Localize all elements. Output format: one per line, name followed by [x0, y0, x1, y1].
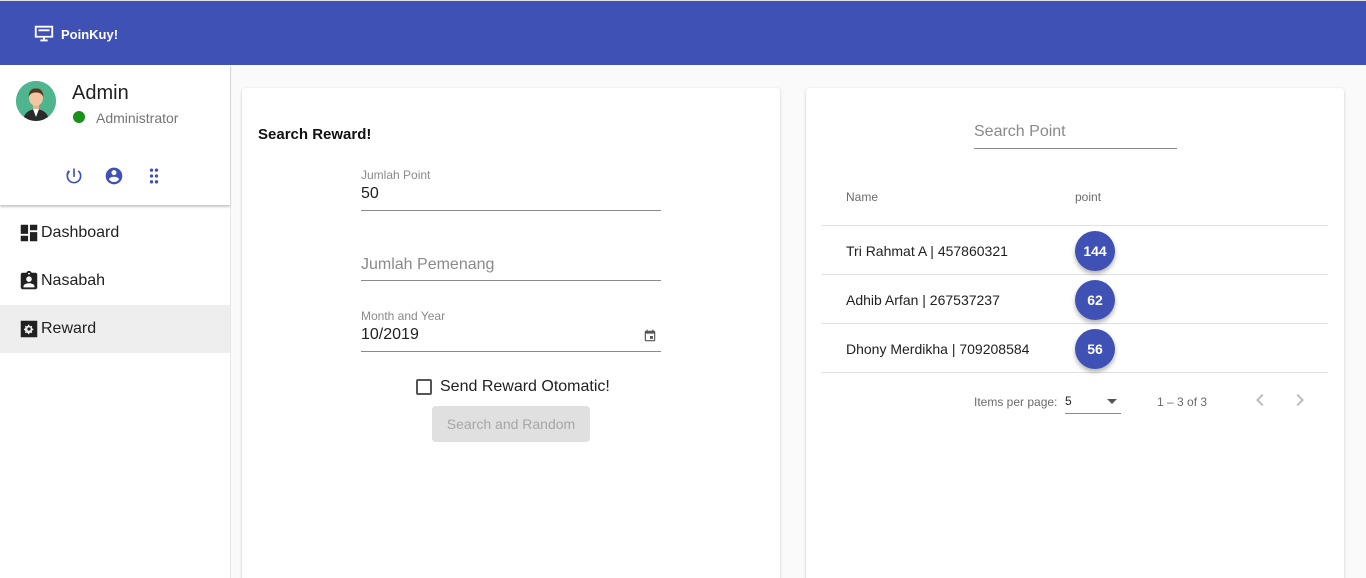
user-card: Admin Administrator	[0, 65, 230, 205]
points-table: Name point Tri Rahmat A | 457860321 144 …	[822, 172, 1328, 373]
point-badge: 144	[1075, 231, 1115, 271]
sidebar-item-label: Nasabah	[41, 272, 106, 289]
month-year-input[interactable]: 10/2019	[361, 326, 419, 344]
column-header-point[interactable]: point	[1075, 190, 1101, 204]
brand-name: PoinKuy!	[61, 26, 119, 42]
user-actions	[64, 166, 164, 186]
table-row[interactable]: Dhony Merdikha | 709208584 56	[822, 324, 1328, 373]
search-random-button[interactable]: Search and Random	[432, 406, 590, 442]
row-name: Tri Rahmat A | 457860321	[846, 243, 1008, 259]
sidebar: Admin Administrator Dashboard Nasabah Re…	[0, 65, 231, 578]
results-card: Search Point Name point Tri Rahmat A | 4…	[806, 88, 1344, 578]
dashboard-icon	[20, 224, 38, 242]
top-toolbar: PoinKuy!	[0, 0, 1366, 65]
more-grid-icon[interactable]	[144, 166, 164, 186]
avatar-image	[16, 81, 56, 121]
avatar	[16, 81, 56, 121]
items-per-page-label: Items per page:	[974, 395, 1058, 409]
previous-page-icon[interactable]	[1248, 388, 1272, 412]
badge-icon	[20, 270, 38, 290]
sidebar-item-label: Reward	[41, 320, 97, 337]
row-name: Adhib Arfan | 267537237	[846, 292, 1000, 308]
items-per-page-value: 5	[1065, 394, 1072, 408]
next-page-icon[interactable]	[1288, 388, 1312, 412]
sidebar-item-dashboard[interactable]: Dashboard	[0, 209, 230, 257]
sidebar-item-reward[interactable]: Reward	[0, 305, 230, 353]
point-badge: 56	[1075, 329, 1115, 369]
winner-count-input[interactable]: Jumlah Pemenang	[361, 256, 494, 274]
monitor-icon	[34, 25, 54, 42]
account-circle-icon[interactable]	[104, 166, 124, 186]
search-point-field[interactable]: Search Point	[974, 120, 1177, 149]
brand[interactable]: PoinKuy!	[33, 23, 118, 45]
auto-send-checkbox[interactable]	[416, 379, 432, 395]
power-icon[interactable]	[64, 166, 84, 186]
point-label: Jumlah Point	[361, 168, 431, 182]
month-year-field[interactable]: Month and Year 10/2019	[361, 309, 661, 352]
calendar-icon[interactable]	[643, 329, 657, 343]
point-input[interactable]: 50	[361, 185, 379, 203]
search-reward-card: Search Reward! Jumlah Point 50 Jumlah Pe…	[242, 88, 780, 578]
table-header: Name point	[822, 172, 1328, 226]
point-badge: 62	[1075, 280, 1115, 320]
items-per-page-select[interactable]: 5	[1065, 388, 1121, 414]
auto-send-label: Send Reward Otomatic!	[440, 378, 610, 395]
side-nav: Dashboard Nasabah Reward	[0, 209, 230, 353]
card-title: Search Reward!	[258, 126, 372, 143]
user-name: Admin	[72, 82, 129, 104]
page-range-label: 1 – 3 of 3	[1157, 395, 1208, 409]
table-row[interactable]: Adhib Arfan | 267537237 62	[822, 275, 1328, 324]
point-field[interactable]: Jumlah Point 50	[361, 168, 661, 211]
online-status-dot	[73, 111, 85, 123]
gear-icon	[20, 320, 38, 338]
month-year-label: Month and Year	[361, 309, 446, 323]
column-header-name[interactable]: Name	[846, 190, 878, 204]
row-name: Dhony Merdikha | 709208584	[846, 341, 1030, 357]
table-row[interactable]: Tri Rahmat A | 457860321 144	[822, 226, 1328, 275]
paginator: Items per page: 5 1 – 3 of 3	[822, 376, 1328, 426]
winner-count-field[interactable]: Jumlah Pemenang	[361, 248, 661, 281]
auto-send-checkbox-row[interactable]: Send Reward Otomatic!	[416, 378, 610, 396]
sidebar-item-label: Dashboard	[41, 224, 120, 241]
search-point-input[interactable]: Search Point	[974, 123, 1066, 141]
sidebar-item-nasabah[interactable]: Nasabah	[0, 257, 230, 305]
dropdown-arrow-icon	[1107, 399, 1117, 404]
user-role: Administrator	[96, 110, 179, 126]
